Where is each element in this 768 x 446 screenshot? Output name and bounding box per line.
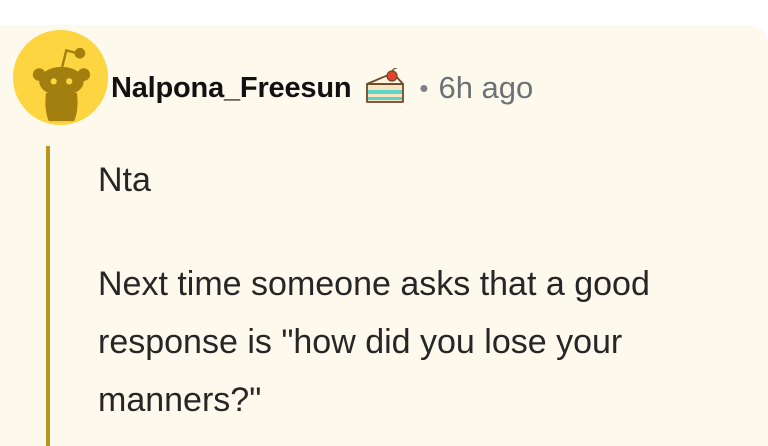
avatar-icon[interactable] — [12, 29, 109, 126]
timestamp[interactable]: 6h ago — [438, 70, 533, 106]
comment-meta: Nalpona_Freesun • 6h ago — [111, 66, 533, 110]
comment-paragraph: Nta — [98, 161, 151, 199]
username-link[interactable]: Nalpona_Freesun — [111, 72, 352, 105]
separator-dot: • — [419, 72, 429, 103]
comment-paragraph: Next time someone asks that a good respo… — [98, 265, 650, 419]
cake-icon — [366, 68, 405, 103]
thread-line[interactable] — [46, 146, 50, 446]
